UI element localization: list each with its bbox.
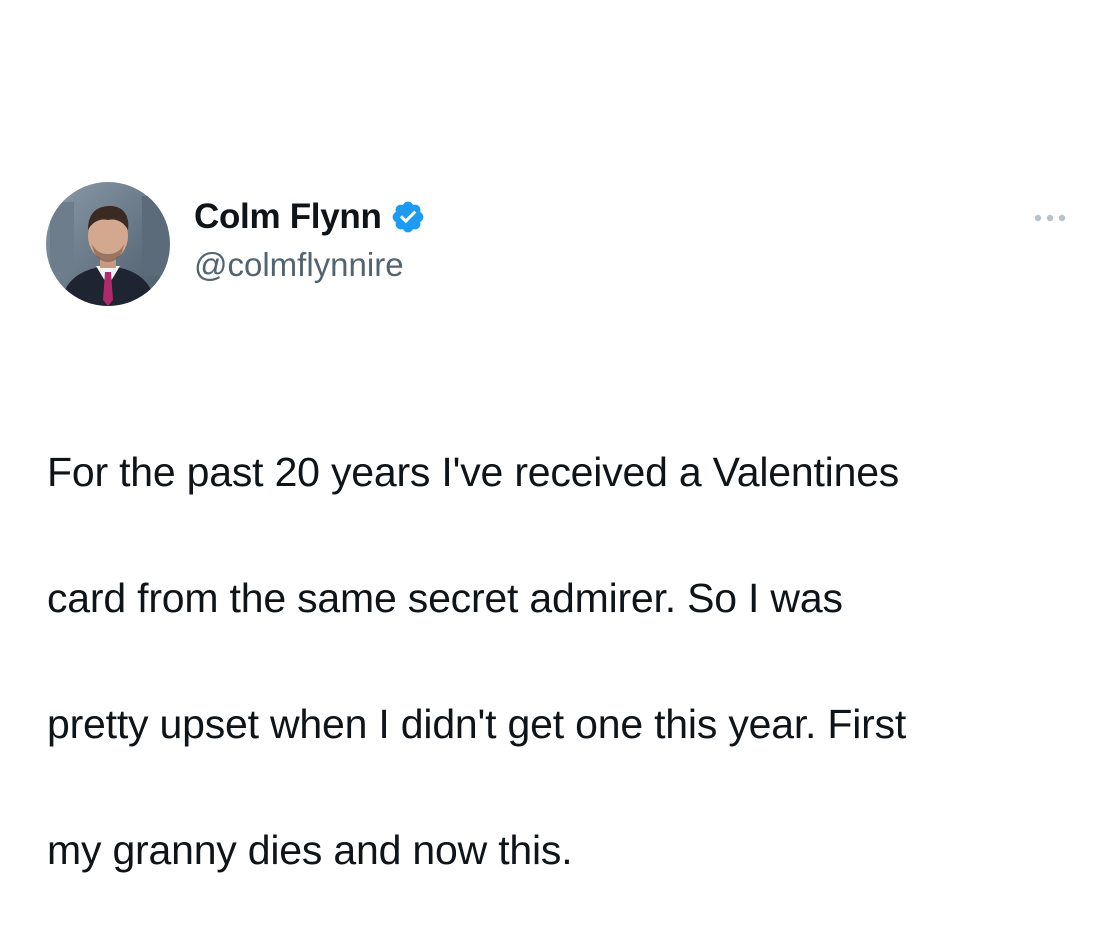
- tweet-text: For the past 20 years I've received a Va…: [47, 378, 1077, 945]
- author-info: Colm Flynn @colmflynnire: [194, 194, 426, 284]
- name-row: Colm Flynn: [194, 194, 426, 240]
- avatar[interactable]: [46, 182, 170, 306]
- tweet-card: Colm Flynn @colmflynnire For the past 20…: [0, 0, 1113, 873]
- handle[interactable]: @colmflynnire: [194, 246, 426, 284]
- tweet-text-line: card from the same secret admirer. So I …: [47, 575, 843, 621]
- avatar-photo-icon: [46, 182, 170, 306]
- tweet-text-line: my granny dies and now this.: [47, 827, 573, 873]
- more-horizontal-icon: [1034, 214, 1066, 222]
- tweet-text-line: For the past 20 years I've received a Va…: [47, 449, 900, 495]
- more-options-button[interactable]: [1026, 204, 1074, 232]
- verified-badge-icon: [390, 199, 426, 235]
- display-name[interactable]: Colm Flynn: [194, 197, 382, 237]
- tweet-text-line: pretty upset when I didn't get one this …: [47, 701, 907, 747]
